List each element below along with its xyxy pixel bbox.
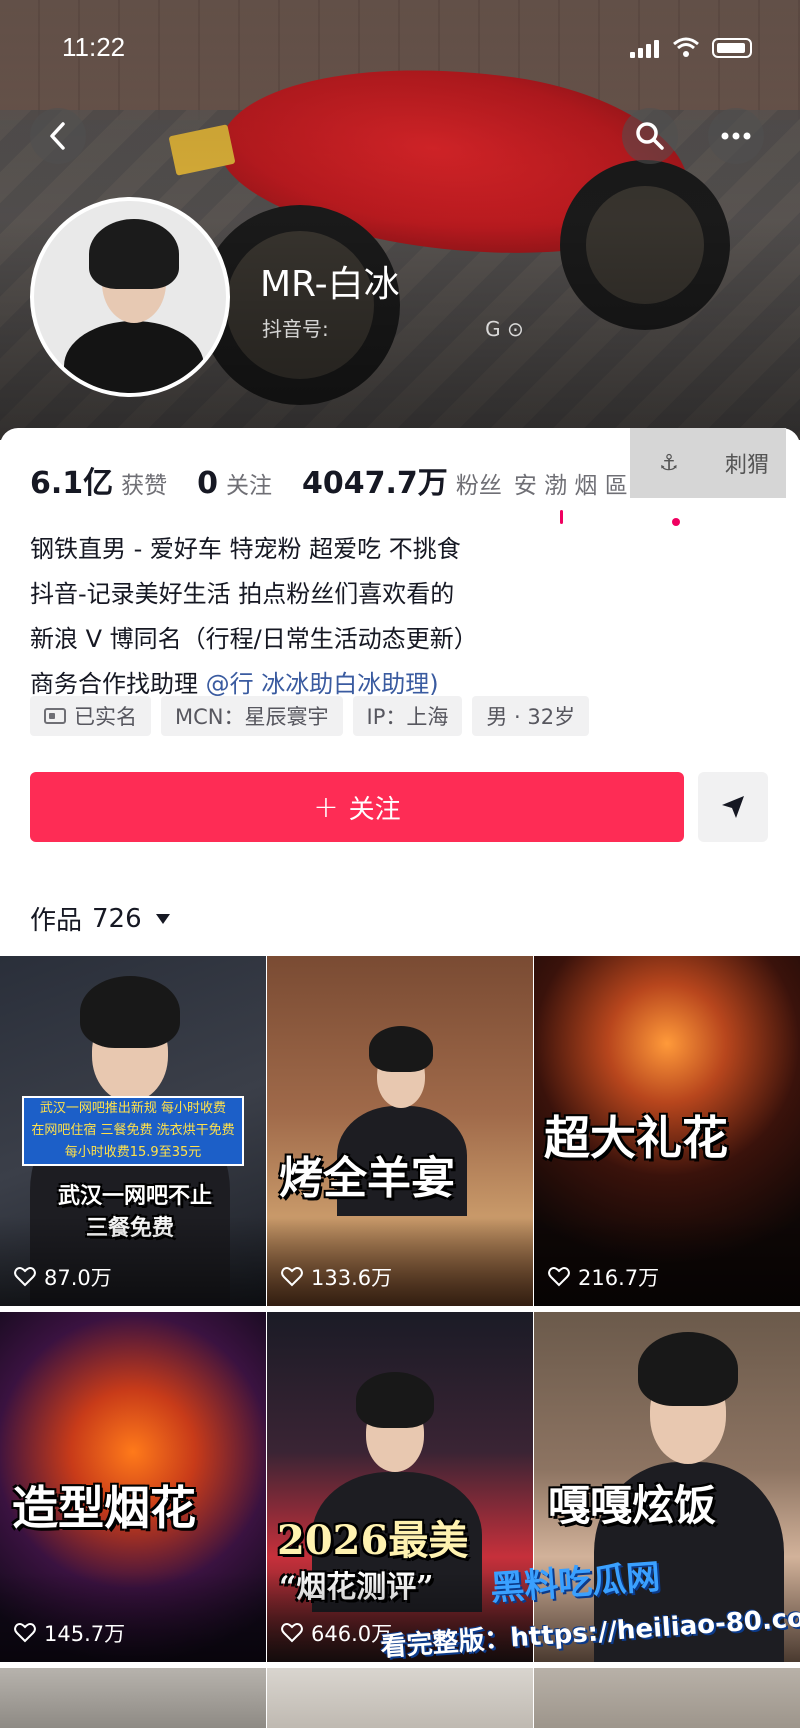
video-caption: 嘎嘎炫饭 <box>548 1481 717 1530</box>
follow-button[interactable]: + 关注 <box>30 772 684 842</box>
works-tab[interactable]: 作品 726 <box>30 900 170 937</box>
watermark-stamp: ⚓ 刺猬 <box>630 428 786 498</box>
likes-count: 6.1亿 <box>30 466 114 501</box>
watermark-url: 看完整版：https://heiliao-80.com <box>379 1601 800 1663</box>
battery-icon <box>712 38 752 58</box>
video-likes: 216.7万 <box>548 1262 659 1292</box>
followers-extra-text: 安 渤 烟 區 <box>513 473 628 499</box>
tag-ip: IP：上海 <box>352 696 463 736</box>
video-caption: 造型烟花 <box>12 1481 196 1535</box>
video-likes: 145.7万 <box>14 1618 125 1648</box>
video-likes: 133.6万 <box>281 1262 392 1292</box>
followers-label[interactable]: 粉丝 <box>456 466 502 500</box>
profile-page: 11:22 MR-白冰 抖音号: G ⊙ 6.1亿 获赞 0 关注 4047.7… <box>0 0 800 1735</box>
profile-card: 6.1亿 获赞 0 关注 4047.7万 粉丝 安 渤 烟 區 ⚓ 刺猬 钢铁直… <box>0 428 800 1735</box>
video-tile[interactable] <box>267 1668 533 1728</box>
wifi-icon <box>673 37 699 57</box>
tag-verified[interactable]: 已实名 <box>30 696 151 736</box>
heart-icon <box>281 1267 303 1287</box>
news-banner: 武汉一网吧推出新规 每小时收费 在网吧住宿 三餐免费 洗衣烘干免费 每小时收费1… <box>22 1096 244 1166</box>
more-dots-icon <box>721 132 751 140</box>
video-caption: 烤全羊宴 <box>279 1153 455 1204</box>
video-likes: 87.0万 <box>14 1262 112 1292</box>
stats-row: 6.1亿 获赞 0 关注 4047.7万 粉丝 安 渤 烟 區 <box>30 458 628 502</box>
plus-icon: + <box>313 789 339 825</box>
profile-nickname: MR-白冰 <box>260 264 400 305</box>
douyin-id[interactable]: 抖音号: G ⊙ <box>262 313 524 342</box>
heart-icon <box>281 1623 303 1643</box>
id-card-icon <box>44 708 66 724</box>
tag-mcn[interactable]: MCN：星辰寰宇 <box>161 696 343 736</box>
video-tile[interactable]: 武汉一网吧推出新规 每小时收费 在网吧住宿 三餐免费 洗衣烘干免费 每小时收费1… <box>0 956 266 1306</box>
video-tile[interactable] <box>534 1668 800 1728</box>
heart-icon <box>14 1623 36 1643</box>
share-button[interactable] <box>698 772 768 842</box>
search-button[interactable] <box>622 108 678 164</box>
signal-icon <box>630 38 659 58</box>
heart-icon <box>14 1267 36 1287</box>
watermark-logo: 黑料吃瓜网 <box>489 1557 662 1609</box>
back-button[interactable] <box>30 108 86 164</box>
following-count[interactable]: 0 <box>197 466 218 501</box>
decorative-dots <box>560 510 680 526</box>
profile-tags: 已实名 MCN：星辰寰宇 IP：上海 男 · 32岁 <box>30 696 590 736</box>
more-button[interactable] <box>708 108 764 164</box>
chevron-left-icon <box>50 122 65 150</box>
works-count: 726 <box>92 903 142 934</box>
video-tile[interactable]: 超大礼花 216.7万 <box>534 956 800 1306</box>
status-time: 11:22 <box>62 32 126 62</box>
profile-bio: 钢铁直男 - 爱好车 特宠粉 超爱吃 不挑食 抖音-记录美好生活 拍点粉丝们喜欢… <box>30 527 770 707</box>
likes-label: 获赞 <box>121 473 168 499</box>
tag-gender-age: 男 · 32岁 <box>472 696 590 736</box>
heart-icon <box>548 1267 570 1287</box>
video-tile[interactable]: 造型烟花 145.7万 <box>0 1312 266 1662</box>
bio-mention-link[interactable]: @行 冰冰助白冰助理) <box>206 670 439 698</box>
video-likes: 646.0万 <box>281 1618 392 1648</box>
watermark-overlay: 黑料吃瓜网 看完整版：https://heiliao-80.com <box>380 1555 800 1675</box>
video-tile[interactable] <box>0 1668 266 1728</box>
following-label[interactable]: 关注 <box>226 466 272 500</box>
search-icon <box>636 122 664 150</box>
video-tile[interactable]: 烤全羊宴 133.6万 <box>267 956 533 1306</box>
bio-line: 钢铁直男 - 爱好车 特宠粉 超爱吃 不挑食 <box>30 535 461 563</box>
bio-line: 抖音-记录美好生活 拍点粉丝们喜欢看的 <box>30 580 455 608</box>
bio-line: 新浪 V 博同名（行程/日常生活动态更新） <box>30 625 478 653</box>
caret-down-icon <box>155 913 170 924</box>
share-arrow-icon <box>722 796 744 818</box>
avatar[interactable] <box>30 197 230 397</box>
status-bar: 11:22 <box>0 28 800 68</box>
video-caption: 超大礼花 <box>544 1111 728 1165</box>
followers-count[interactable]: 4047.7万 <box>302 458 448 502</box>
